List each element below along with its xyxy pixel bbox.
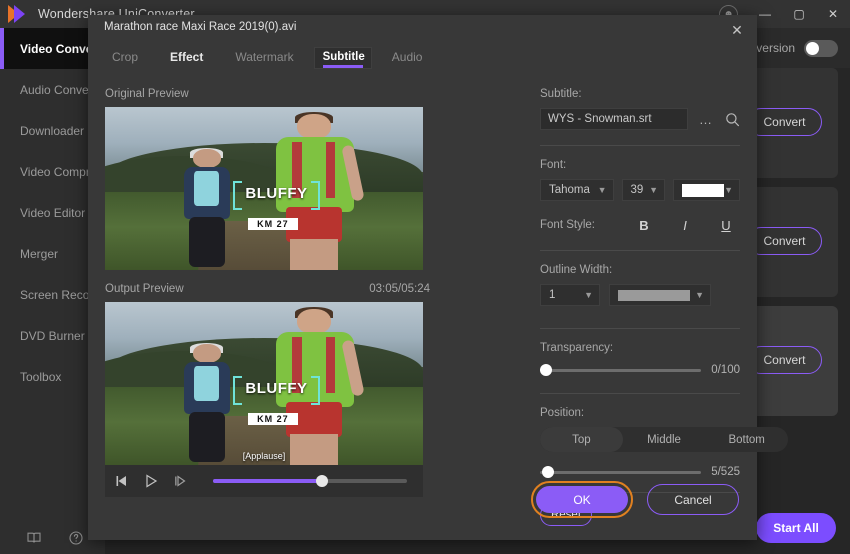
font-family-select[interactable]: Tahoma ▼ <box>540 179 614 201</box>
font-family-value: Tahoma <box>549 184 590 196</box>
app-logo-icon <box>8 4 30 24</box>
maximize-button[interactable]: ▢ <box>782 0 816 28</box>
outline-row: 1 ▼ ▼ <box>540 284 740 306</box>
position-option-top[interactable]: Top <box>540 427 623 452</box>
convert-button[interactable]: Convert <box>747 346 822 374</box>
sidebar-item-label: Merger <box>20 246 59 261</box>
divider <box>540 145 740 146</box>
subtitle-label: Subtitle: <box>540 88 582 100</box>
position-slider-row: 5/525 <box>540 464 740 480</box>
close-button[interactable]: ✕ <box>816 0 850 28</box>
cancel-button[interactable]: Cancel <box>647 484 739 515</box>
subtitle-overlay-text: [Applause] <box>242 451 286 461</box>
underline-button[interactable]: U <box>715 215 737 235</box>
position-slider-thumb[interactable] <box>542 466 554 478</box>
search-icon[interactable] <box>725 112 740 127</box>
help-icon[interactable] <box>68 530 84 546</box>
dialog-header: Marathon race Maxi Race 2019(0).avi ✕ <box>88 15 757 41</box>
tab-effect[interactable]: Effect <box>158 41 215 74</box>
player-progress-bar[interactable] <box>213 475 407 487</box>
font-label: Font: <box>540 159 567 171</box>
video-overlay-title: BLUFFY <box>233 180 320 210</box>
chevron-down-icon: ▼ <box>649 185 658 195</box>
book-icon[interactable] <box>26 530 42 546</box>
app-window: Wondershare UniConverter ☻ — ▢ ✕ Video C… <box>0 0 850 554</box>
ok-button-focus-ring: OK <box>531 481 633 518</box>
font-color-select[interactable]: ▼ <box>673 179 740 201</box>
sidebar-item-label: Video Editor <box>20 205 86 220</box>
convert-button[interactable]: Convert <box>747 227 822 255</box>
original-preview-title: Original Preview <box>105 88 189 100</box>
convert-button[interactable]: Convert <box>747 108 822 136</box>
transparency-slider-thumb[interactable] <box>540 364 552 376</box>
outline-width-value: 1 <box>549 289 556 301</box>
dialog-actions: OK Cancel <box>531 481 739 518</box>
font-size-select[interactable]: 39 ▼ <box>621 179 665 201</box>
outline-color-select[interactable]: ▼ <box>609 284 711 306</box>
divider <box>540 250 740 251</box>
step-back-icon[interactable] <box>115 475 128 487</box>
transparency-slider[interactable] <box>540 362 702 378</box>
subtitle-file-row: WYS - Snowman.srt … <box>540 108 740 130</box>
position-label: Position: <box>540 407 585 419</box>
original-preview-header: Original Preview <box>105 88 430 100</box>
video-overlay-title: BLUFFY <box>233 375 320 405</box>
chevron-down-icon: ▼ <box>584 290 593 300</box>
chevron-down-icon: ▼ <box>724 185 733 195</box>
original-preview-frame: BLUFFY KM 27 <box>105 107 423 270</box>
transparency-label: Transparency: <box>540 342 614 354</box>
dialog-tabs: Crop Effect Watermark Subtitle Audio <box>88 41 757 74</box>
dialog-body: Original Preview BLUFFY KM 27 Output Pre… <box>88 74 788 540</box>
transparency-row: 0/100 <box>540 362 740 378</box>
position-slider[interactable] <box>540 464 702 480</box>
outline-color-swatch <box>618 289 690 301</box>
font-style-label: Font Style: <box>540 219 595 231</box>
chevron-down-icon: ▼ <box>597 185 607 195</box>
tab-crop[interactable]: Crop <box>100 41 150 74</box>
transparency-value: 0/100 <box>711 364 740 376</box>
output-preview-frame: BLUFFY KM 27 [Applause] <box>105 302 423 465</box>
tab-subtitle[interactable]: Subtitle <box>313 46 372 69</box>
ellipsis-icon[interactable]: … <box>699 112 713 127</box>
font-size-value: 39 <box>630 184 644 196</box>
outline-width-select[interactable]: 1 ▼ <box>540 284 600 306</box>
output-preview-timecode: 03:05/05:24 <box>369 283 430 295</box>
start-all-button[interactable]: Start All <box>756 513 836 543</box>
step-forward-icon[interactable] <box>174 475 187 487</box>
video-overlay-chip: KM 27 <box>248 217 298 230</box>
output-preview-title: Output Preview <box>105 283 184 295</box>
font-style-row: Font Style: B I U <box>540 215 740 235</box>
divider <box>540 393 740 394</box>
output-preview-header: Output Preview 03:05/05:24 <box>105 283 430 295</box>
sidebar-item-label: Toolbox <box>20 369 62 384</box>
player-controls <box>105 465 423 497</box>
conversion-toggle[interactable] <box>804 39 838 57</box>
tab-watermark[interactable]: Watermark <box>223 41 305 74</box>
position-value: 5/525 <box>711 466 740 478</box>
position-option-bottom[interactable]: Bottom <box>705 427 788 452</box>
chevron-down-icon: ▼ <box>695 290 704 300</box>
player-progress-fill <box>213 479 322 483</box>
position-option-middle[interactable]: Middle <box>623 427 706 452</box>
dialog-file-name: Marathon race Maxi Race 2019(0).avi <box>104 21 297 33</box>
sidebar-item-label: Downloader <box>20 123 85 138</box>
subtitle-file-input[interactable]: WYS - Snowman.srt <box>540 108 688 130</box>
position-option-group: Top Middle Bottom <box>540 427 788 452</box>
italic-button[interactable]: I <box>674 215 696 235</box>
divider <box>540 328 740 329</box>
preview-column: Original Preview BLUFFY KM 27 Output Pre… <box>105 88 430 497</box>
subtitle-settings-panel: Subtitle: WYS - Snowman.srt … Font: Taho… <box>540 88 788 526</box>
play-icon[interactable] <box>144 474 158 488</box>
font-row: Tahoma ▼ 39 ▼ ▼ <box>540 179 740 201</box>
player-progress-thumb[interactable] <box>315 475 328 487</box>
dialog-close-icon[interactable]: ✕ <box>727 20 747 40</box>
ok-button[interactable]: OK <box>536 486 628 513</box>
font-color-swatch <box>682 183 725 197</box>
bold-button[interactable]: B <box>633 215 655 235</box>
outline-width-label: Outline Width: <box>540 264 613 276</box>
edit-dialog: Marathon race Maxi Race 2019(0).avi ✕ Cr… <box>88 15 788 540</box>
sidebar-item-label: DVD Burner <box>20 328 85 343</box>
tab-audio[interactable]: Audio <box>380 41 435 74</box>
video-overlay-chip: KM 27 <box>248 412 298 425</box>
